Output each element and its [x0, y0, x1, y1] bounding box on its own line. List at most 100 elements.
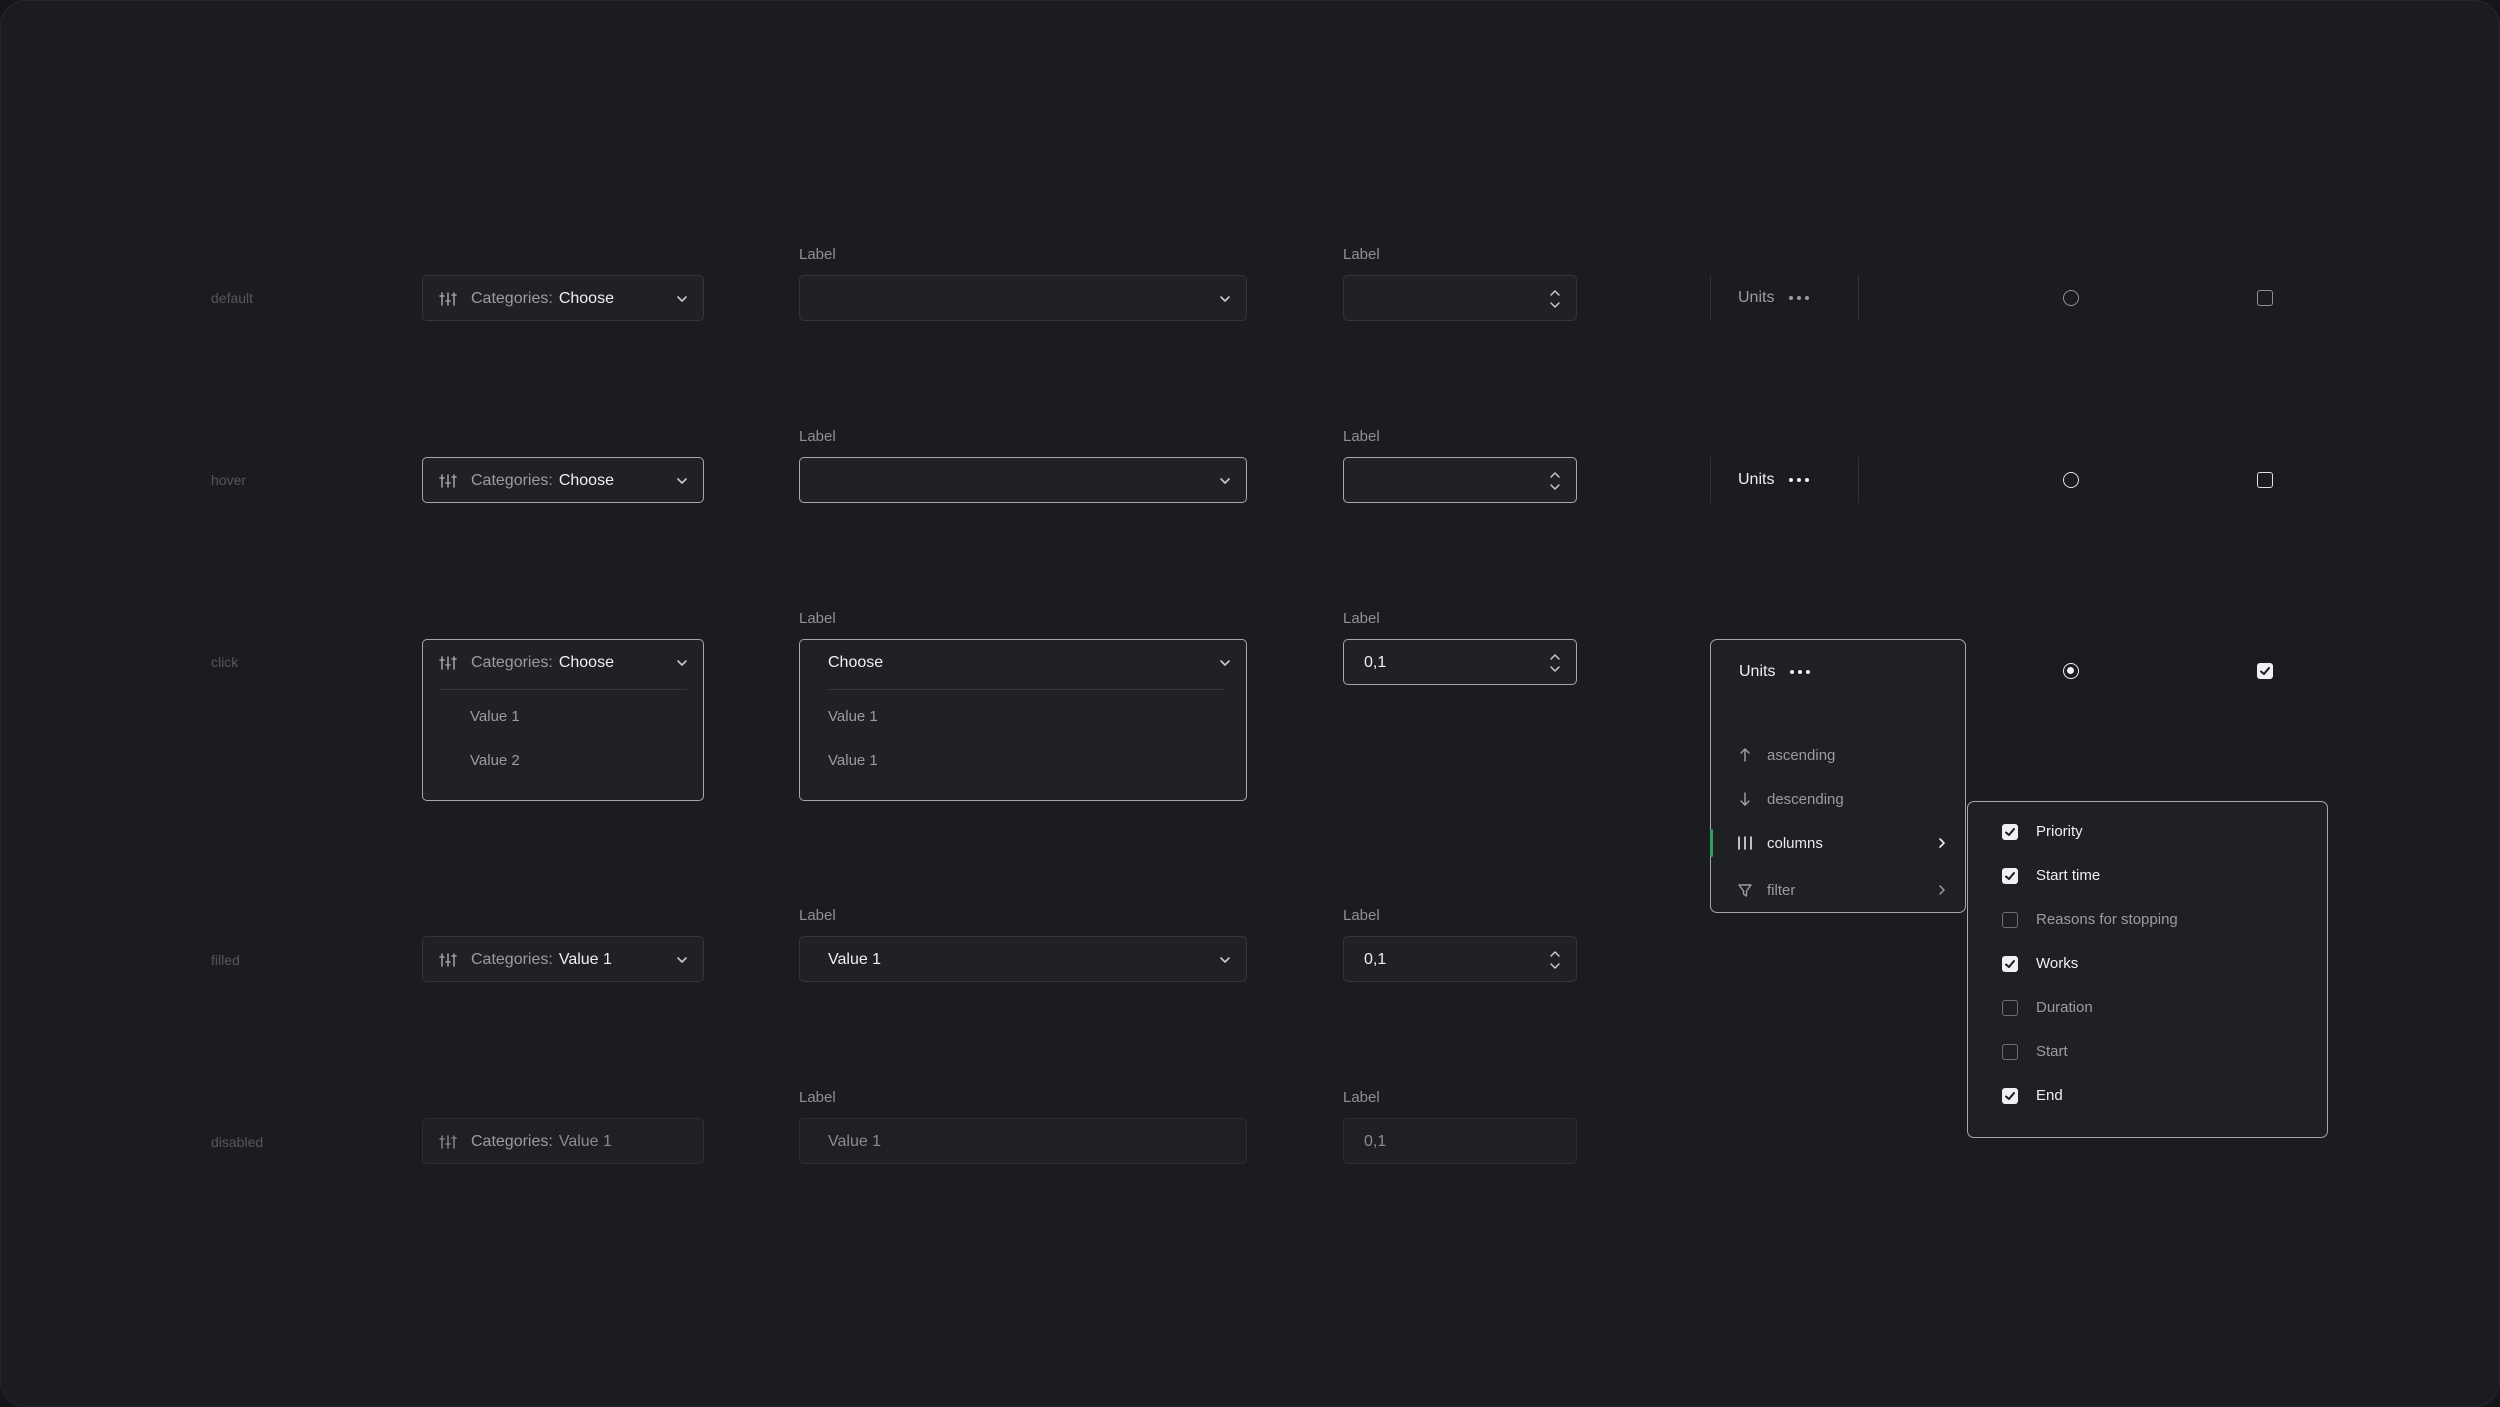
chevron-right-icon [1939, 838, 1945, 848]
number-input-hover[interactable] [1343, 457, 1577, 503]
field-label: Label [1343, 246, 1380, 263]
number-input-active[interactable]: 0,1 [1343, 639, 1577, 685]
units-label: Units [1738, 289, 1775, 306]
chevron-down-icon [1220, 957, 1230, 963]
column-divider [1710, 275, 1711, 321]
dropdown-divider [439, 689, 687, 690]
category-prefix: Categories: [471, 951, 553, 968]
category-prefix: Categories: [471, 1133, 553, 1150]
stepper-icon[interactable] [1548, 651, 1562, 675]
checkbox-hover[interactable] [2257, 472, 2273, 488]
more-icon[interactable] [1788, 477, 1810, 483]
arrow-up-icon [1735, 745, 1755, 765]
category-value: Value 1 [558, 1133, 612, 1150]
chevron-down-icon [677, 957, 687, 963]
number-value: 0,1 [1364, 1133, 1387, 1150]
stepper-icon[interactable] [1548, 469, 1562, 493]
category-select-filled[interactable]: Categories: Value 1 [422, 936, 704, 982]
chevron-down-icon [677, 296, 687, 302]
column-option-label: Start time [2036, 867, 2101, 884]
select-hover[interactable] [799, 457, 1247, 503]
checkbox-checked[interactable] [2002, 868, 2018, 884]
category-select-hover[interactable]: Categories: Choose [422, 457, 704, 503]
units-label: Units [1739, 663, 1776, 680]
radio-hover[interactable] [2063, 472, 2079, 488]
sliders-icon [439, 290, 457, 308]
menu-item-columns[interactable]: columns [1710, 823, 1965, 863]
columns-icon [1735, 833, 1755, 853]
more-icon[interactable] [1789, 669, 1811, 675]
menu-item-descending[interactable]: descending [1711, 779, 1965, 819]
chevron-up-icon [1220, 660, 1230, 666]
select-default[interactable] [799, 275, 1247, 321]
field-label: Label [1343, 907, 1380, 924]
menu-item-label: ascending [1767, 746, 1836, 764]
units-header-hover[interactable]: Units [1738, 468, 1810, 492]
category-value: Choose [558, 654, 614, 671]
stepper-icon[interactable] [1548, 948, 1562, 972]
number-input-default[interactable] [1343, 275, 1577, 321]
chevron-down-icon [1220, 296, 1230, 302]
dropdown-option[interactable]: Value 1 [470, 708, 520, 725]
field-label: Label [799, 610, 836, 627]
checkbox-checked[interactable] [2002, 1088, 2018, 1104]
category-select-open[interactable]: Categories: Choose Value 1 Value 2 [422, 639, 704, 801]
field-label: Label [799, 246, 836, 263]
filter-icon [1735, 880, 1755, 900]
field-label: Label [1343, 1089, 1380, 1106]
radio-default[interactable] [2063, 290, 2079, 306]
category-select-default[interactable]: Categories: Choose [422, 275, 704, 321]
column-divider [1710, 457, 1711, 503]
checkbox-unchecked[interactable] [2002, 1044, 2018, 1060]
checkbox-checked[interactable] [2002, 824, 2018, 840]
state-label-click: click [211, 654, 239, 670]
chevron-down-icon [677, 478, 687, 484]
column-option-label: Priority [2036, 823, 2083, 840]
dropdown-option[interactable]: Value 1 [828, 752, 878, 769]
number-value: 0,1 [1364, 654, 1387, 671]
checkbox-default[interactable] [2257, 290, 2273, 306]
number-input-disabled: 0,1 [1343, 1118, 1577, 1164]
select-value: Value 1 [828, 1133, 882, 1150]
category-value: Choose [558, 290, 614, 307]
units-header-open[interactable]: Units [1739, 660, 1811, 684]
number-input-filled[interactable]: 0,1 [1343, 936, 1577, 982]
column-divider [1858, 457, 1859, 503]
chevron-right-icon [1939, 885, 1945, 895]
select-filled[interactable]: Value 1 [799, 936, 1247, 982]
radio-selected[interactable] [2063, 663, 2079, 679]
more-icon[interactable] [1788, 295, 1810, 301]
units-header-default[interactable]: Units [1738, 286, 1810, 310]
menu-item-label: filter [1767, 881, 1796, 899]
checkbox-checked[interactable] [2002, 956, 2018, 972]
checkbox-unchecked[interactable] [2002, 1000, 2018, 1016]
field-label: Label [799, 907, 836, 924]
field-label: Label [799, 1089, 836, 1106]
stepper-icon[interactable] [1548, 287, 1562, 311]
component-sheet: default hover click filled disabled Cate… [0, 0, 2500, 1407]
units-label: Units [1738, 471, 1775, 488]
category-value: Choose [558, 472, 614, 489]
chevron-down-icon [1220, 478, 1230, 484]
column-option-label: Duration [2036, 999, 2093, 1016]
dropdown-option[interactable]: Value 2 [470, 752, 520, 769]
state-label-filled: filled [211, 952, 240, 968]
select-open[interactable]: Choose Value 1 Value 1 [799, 639, 1247, 801]
checkbox-unchecked[interactable] [2002, 912, 2018, 928]
checkbox-checked[interactable] [2257, 663, 2273, 679]
number-value: 0,1 [1364, 951, 1387, 968]
menu-item-ascending[interactable]: ascending [1711, 735, 1965, 775]
category-prefix: Categories: [471, 654, 553, 671]
dropdown-option[interactable]: Value 1 [828, 708, 878, 725]
units-menu: Units ascending descending columns filte… [1710, 639, 1966, 913]
column-divider [1858, 275, 1859, 321]
sliders-icon [439, 472, 457, 490]
field-label: Label [1343, 428, 1380, 445]
field-label: Label [1343, 610, 1380, 627]
state-label-default: default [211, 290, 254, 306]
field-label: Label [799, 428, 836, 445]
menu-item-filter[interactable]: filter [1711, 870, 1965, 910]
column-option-label: Works [2036, 955, 2079, 972]
arrow-down-icon [1735, 789, 1755, 809]
sliders-icon [439, 1133, 457, 1151]
